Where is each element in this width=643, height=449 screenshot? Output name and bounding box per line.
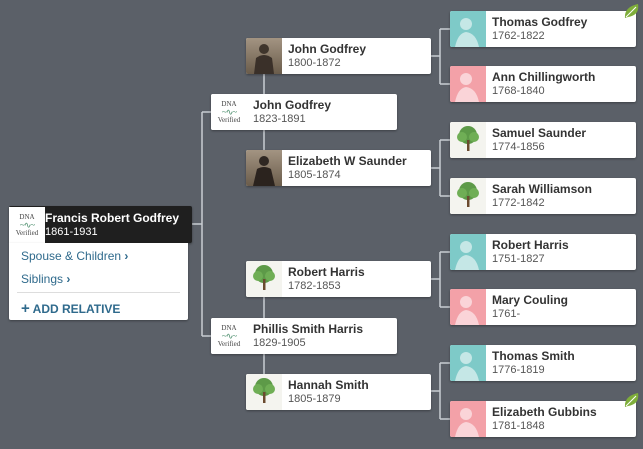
tree-icon [246,261,282,297]
tree-icon [450,178,486,214]
hint-leaf-icon[interactable] [622,1,642,21]
male-silhouette-icon [450,345,486,381]
chevron-right-icon: › [124,249,129,263]
spouse-children-link[interactable]: Spouse & Children › [21,249,128,263]
person-dates: 1762-1822 [492,30,545,42]
person-dates: 1772-1842 [492,197,545,209]
dna-verified-badge: DNA ~∿~ Verified [9,206,45,243]
parent-card-father[interactable]: DNA ~∿~ Verified John Godfrey 1823-1891 [211,94,397,130]
person-name: Robert Harris [288,265,365,279]
tree-icon [450,122,486,158]
male-silhouette-icon [450,234,486,270]
person-dates: 1774-1856 [492,141,545,153]
siblings-link[interactable]: Siblings › [21,272,70,286]
great-grandparent-card[interactable]: Ann Chillingworth 1768-1840 [450,66,636,102]
female-silhouette-icon [450,289,486,325]
dna-helix-icon: ~∿~ [19,219,35,230]
person-dates: 1805-1874 [288,169,341,181]
great-grandparent-card[interactable]: Robert Harris 1751-1827 [450,234,636,270]
person-name: Elizabeth Gubbins [492,405,597,419]
dna-helix-icon: ~∿~ [221,107,237,117]
parent-card-mother[interactable]: DNA ~∿~ Verified Phillis Smith Harris 18… [211,318,397,354]
person-name: John Godfrey [288,42,367,56]
badge-sublabel: Verified [217,116,241,124]
person-dates: 1829-1905 [253,337,306,349]
add-relative-label: ADD RELATIVE [32,302,121,316]
person-dates: 1782-1853 [288,280,341,292]
person-name: Thomas Smith [492,349,575,363]
person-name: Robert Harris [492,238,569,252]
badge-sublabel: Verified [15,228,39,237]
plus-icon: + [21,300,30,317]
person-name: Hannah Smith [288,378,369,392]
great-grandparent-card[interactable]: Elizabeth Gubbins 1781-1848 [450,401,636,437]
great-grandparent-card[interactable]: Thomas Smith 1776-1819 [450,345,636,381]
great-grandparent-card[interactable]: Samuel Saunder 1774-1856 [450,122,636,158]
person-name: Thomas Godfrey [492,15,588,29]
siblings-label: Siblings [21,272,64,286]
add-relative-button[interactable]: + ADD RELATIVE [21,300,120,317]
person-name: Mary Couling [492,293,569,307]
great-grandparent-card[interactable]: Sarah Williamson 1772-1842 [450,178,636,214]
person-name: Sarah Williamson [492,182,592,196]
menu-divider [17,292,180,293]
person-dates: 1761- [492,308,521,320]
grandparent-card[interactable]: Hannah Smith 1805-1879 [246,374,431,410]
male-silhouette-icon [450,11,486,47]
person-name: Phillis Smith Harris [253,322,364,336]
person-dates: 1751-1827 [492,253,545,265]
person-name: Samuel Saunder [492,126,587,140]
person-name: Elizabeth W Saunder [288,154,407,168]
great-grandparent-card[interactable]: Thomas Godfrey 1762-1822 [450,11,636,47]
person-dates: 1776-1819 [492,364,545,376]
person-name: Francis Robert Godfrey [45,210,180,225]
great-grandparent-card[interactable]: Mary Couling 1761- [450,289,636,325]
person-dates: 1781-1848 [492,420,545,432]
dna-helix-icon: ~∿~ [221,331,237,341]
female-silhouette-icon [450,401,486,437]
person-dates: 1861-1931 [45,225,98,238]
hint-leaf-icon[interactable] [622,390,642,410]
profile-photo [246,38,282,74]
badge-sublabel: Verified [217,340,241,348]
grandparent-card[interactable]: Robert Harris 1782-1853 [246,261,431,297]
person-dates: 1805-1879 [288,393,341,405]
chevron-right-icon: › [66,272,71,286]
dna-verified-badge: DNA ~∿~ Verified [211,318,247,354]
person-name: Ann Chillingworth [492,70,596,84]
grandparent-card[interactable]: Elizabeth W Saunder 1805-1874 [246,150,431,186]
tree-icon [246,374,282,410]
spouse-children-label: Spouse & Children [21,249,122,263]
profile-photo [246,150,282,186]
person-dates: 1823-1891 [253,113,306,125]
person-name: John Godfrey [253,98,332,112]
root-person-card[interactable]: DNA ~∿~ Verified Francis Robert Godfrey … [9,206,192,243]
person-dates: 1800-1872 [288,57,341,69]
person-dates: 1768-1840 [492,85,545,97]
female-silhouette-icon [450,66,486,102]
grandparent-card[interactable]: John Godfrey 1800-1872 [246,38,431,74]
dna-verified-badge: DNA ~∿~ Verified [211,94,247,130]
root-person-menu: Spouse & Children › Siblings › + ADD REL… [9,243,188,320]
